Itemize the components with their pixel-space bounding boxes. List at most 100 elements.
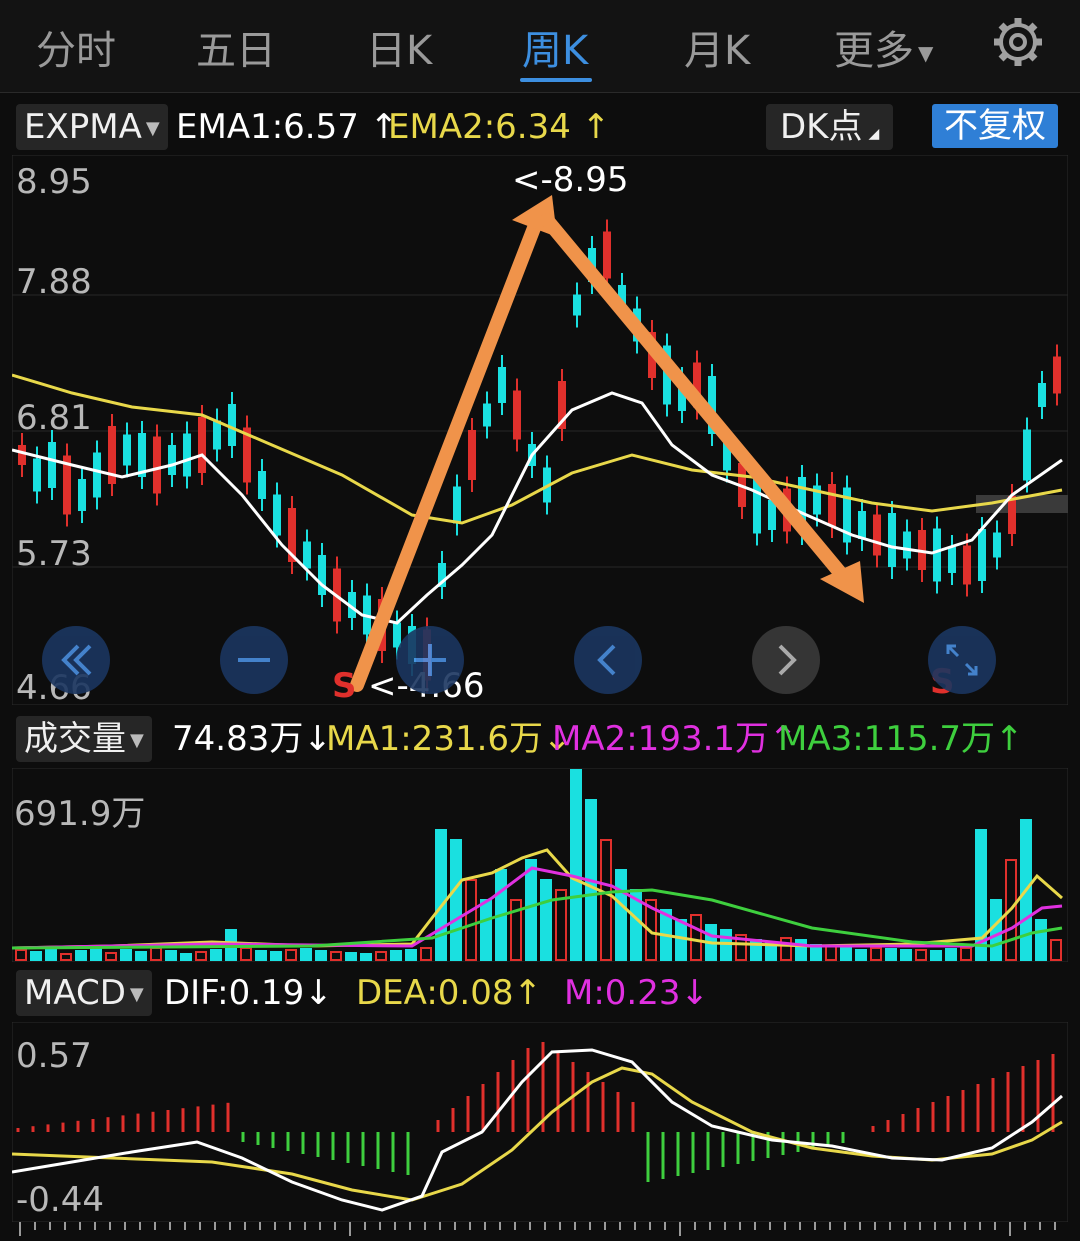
arrow-down-icon: ↓ xyxy=(304,973,333,1013)
active-tab-indicator xyxy=(520,78,592,82)
arrow-up-icon: ↑ xyxy=(995,719,1024,759)
caret-down-icon: ▼ xyxy=(145,117,160,139)
volume-max-label: 691.9万 xyxy=(14,794,146,834)
volume-bar xyxy=(30,951,42,961)
volume-ma3-value: MA3:115.7万 xyxy=(778,719,996,759)
volume-bar xyxy=(480,899,492,961)
fullscreen-button[interactable] xyxy=(928,626,996,694)
arrow-up-icon: ↑ xyxy=(581,107,611,147)
volume-ma3: MA3:115.7万↑ xyxy=(778,716,1024,762)
time-axis-ticks xyxy=(19,1222,1056,1236)
volume-bar xyxy=(930,950,942,961)
volume-bar xyxy=(75,950,87,961)
ema1-value: EMA1:6.57 xyxy=(176,107,359,147)
macd-dif-value: DIF:0.19 xyxy=(164,973,305,1013)
chevron-down-icon: ▼ xyxy=(918,41,934,65)
scroll-right-button[interactable] xyxy=(752,626,820,694)
volume-bars xyxy=(15,769,1062,961)
volume-bar xyxy=(825,945,837,961)
volume-bar xyxy=(405,949,417,961)
caret-down-icon: ▼ xyxy=(129,983,144,1005)
macd-indicator-label: MACD xyxy=(24,973,126,1013)
volume-bar xyxy=(210,949,222,961)
dk-point-button[interactable]: DK点 ◢ xyxy=(766,104,894,150)
volume-bar xyxy=(315,950,327,961)
ema1-readout: EMA1:6.57 ↑ xyxy=(176,104,398,150)
volume-bar xyxy=(915,949,927,961)
grid-lines xyxy=(12,294,1068,568)
volume-chart[interactable] xyxy=(12,768,1068,962)
fullscreen-icon xyxy=(946,644,978,676)
scroll-left-button[interactable] xyxy=(574,626,642,694)
volume-bar xyxy=(390,950,402,961)
volume-bar xyxy=(60,953,72,961)
macd-indicator-select[interactable]: MACD ▼ xyxy=(16,970,152,1016)
volume-bar xyxy=(690,914,702,961)
volume-bar xyxy=(15,949,27,961)
price-label: 6.81 xyxy=(16,398,92,438)
volume-indicator-select[interactable]: 成交量 ▼ xyxy=(16,716,152,762)
volume-bar xyxy=(360,953,372,961)
macd-chart[interactable] xyxy=(12,1022,1068,1222)
main-indicator-select[interactable]: EXPMA ▼ xyxy=(16,104,168,150)
zoom-in-icon xyxy=(414,644,446,676)
volume-indicator-label: 成交量 xyxy=(24,719,126,759)
macd-bottom-label: -0.44 xyxy=(16,1180,104,1220)
ema2-readout: EMA2:6.34 ↑ xyxy=(388,104,610,150)
volume-bar xyxy=(465,879,477,961)
zoom-out-button[interactable] xyxy=(220,626,288,694)
volume-bar xyxy=(420,947,432,961)
dk-label: DK点 xyxy=(780,107,863,147)
tab-intraday[interactable]: 分时 xyxy=(36,18,116,76)
volume-ma2-value: MA2:193.1万 xyxy=(552,719,770,759)
volume-ma1: MA1:231.6万↓ xyxy=(326,716,572,762)
tab-monthly-k[interactable]: 月K xyxy=(684,18,750,76)
volume-bar xyxy=(45,947,57,961)
tab-more[interactable]: 更多 ▼ xyxy=(834,18,933,76)
volume-bar xyxy=(435,829,447,961)
volume-bar xyxy=(615,869,627,961)
macd-dea: DEA:0.08↑ xyxy=(356,970,542,1016)
candlestick-chart[interactable]: <-8.95 <-4.66 S S xyxy=(12,155,1068,705)
volume-ma2: MA2:193.1万↑ xyxy=(552,716,798,762)
volume-bar xyxy=(255,950,267,961)
price-label: 5.73 xyxy=(16,534,92,574)
caret-down-icon: ▼ xyxy=(130,729,144,751)
volume-ma1-value: MA1:231.6万 xyxy=(326,719,544,759)
main-indicator-label: EXPMA xyxy=(24,107,142,147)
zoom-in-button[interactable] xyxy=(396,626,464,694)
volume-bar xyxy=(900,949,912,961)
adjustment-button[interactable]: 不复权 xyxy=(932,104,1058,148)
volume-bar xyxy=(780,937,792,961)
tab-more-label: 更多 xyxy=(834,28,914,74)
volume-bar xyxy=(990,899,1002,961)
arrow-up-icon: ↑ xyxy=(513,973,542,1013)
volume-bar xyxy=(270,951,282,961)
volume-current: 74.83万↓ xyxy=(172,716,332,762)
volume-bar xyxy=(300,948,312,961)
volume-bar xyxy=(840,947,852,961)
volume-bar xyxy=(795,939,807,961)
volume-bar xyxy=(1050,939,1062,961)
volume-bar xyxy=(195,951,207,961)
macd-top-label: 0.57 xyxy=(16,1036,92,1076)
period-tabs: 分时 五日 日K 周K 月K 更多 ▼ xyxy=(0,0,1080,93)
high-price-marker: <-8.95 xyxy=(512,160,628,200)
volume-bar xyxy=(90,948,102,961)
volume-bar xyxy=(285,949,297,961)
volume-bar xyxy=(525,859,537,961)
volume-bar xyxy=(240,947,252,961)
price-label: 8.95 xyxy=(16,162,92,202)
double-left-button[interactable] xyxy=(42,626,110,694)
tab-five-day[interactable]: 五日 xyxy=(196,18,276,76)
tab-weekly-k[interactable]: 周K xyxy=(522,18,588,76)
corner-triangle-icon: ◢ xyxy=(868,126,880,142)
volume-bar xyxy=(540,879,552,961)
volume-bar xyxy=(600,839,612,961)
volume-bar xyxy=(165,950,177,961)
tab-daily-k[interactable]: 日K xyxy=(366,18,432,76)
volume-bar xyxy=(675,919,687,961)
macd-dif: DIF:0.19↓ xyxy=(164,970,333,1016)
volume-bar xyxy=(330,951,342,961)
settings-gear-icon[interactable] xyxy=(990,14,1046,70)
